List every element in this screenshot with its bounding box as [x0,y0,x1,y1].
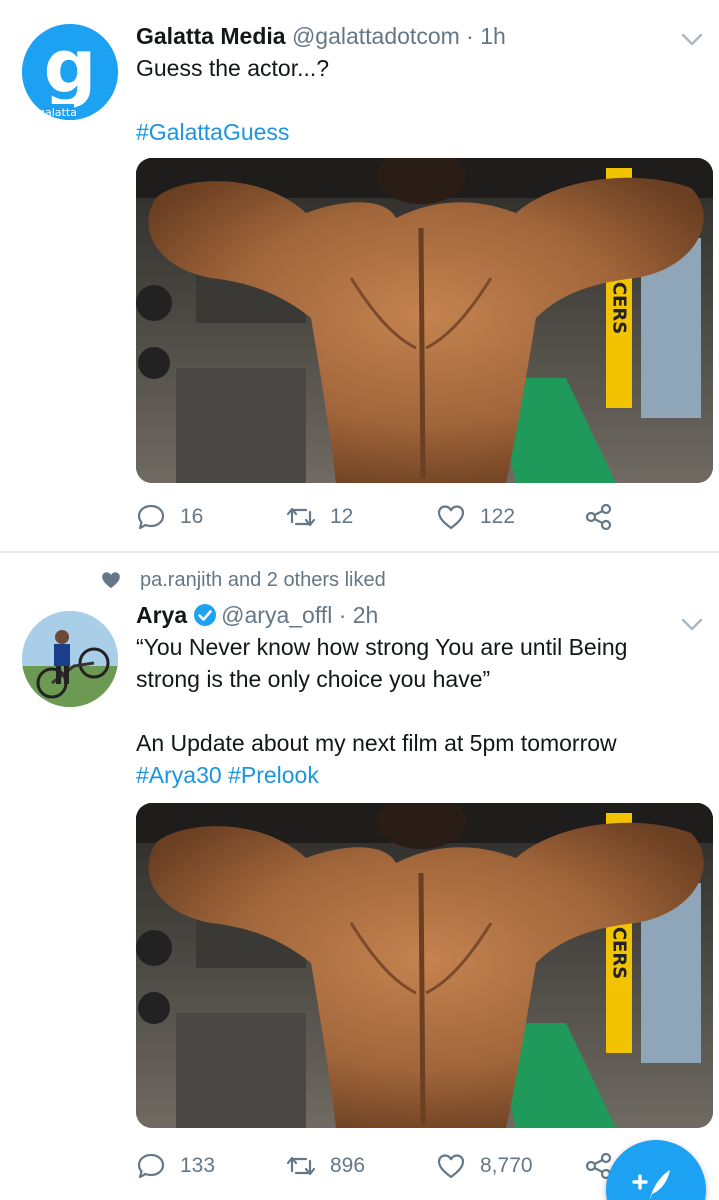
galatta-logo: g galatta [22,24,118,120]
avatar-photo [22,611,118,707]
hashtag-line: #GalattaGuess [136,116,703,148]
reply-button[interactable]: 16 [136,497,203,537]
tweet-content: Galatta Media @galattadotcom · 1h Guess … [136,20,713,483]
avatar[interactable]: g galatta [22,24,118,120]
like-button[interactable]: 122 [436,497,515,537]
author-name[interactable]: Galatta Media [136,23,286,49]
tweet-media-image[interactable]: CERS [136,803,713,1128]
tweet-header: Arya @arya_offl · 2h [136,599,703,631]
reply-count: 133 [180,1154,216,1177]
reply-button[interactable]: 133 [136,1146,215,1186]
tweet-text-line: An Update about my next film at 5pm tomo… [136,730,617,756]
timeline: g galatta Galatta Media @galattadotcom ·… [0,0,719,1200]
logo-text: galatta [38,106,77,119]
tweet-galatta[interactable]: g galatta Galatta Media @galattadotcom ·… [0,0,719,552]
tweet-text-line: strong is the only choice you have” [136,666,491,692]
like-icon [437,1154,465,1179]
retweet-count: 896 [330,1154,366,1177]
reply-count: 16 [180,505,204,528]
retweet-icon [286,507,316,527]
compose-tweet-icon [632,1170,670,1200]
hashtag-link[interactable]: #Arya30 [136,762,222,788]
like-count: 8,770 [480,1154,533,1177]
retweet-button[interactable]: 12 [286,497,353,537]
retweet-button[interactable]: 896 [286,1146,365,1186]
author-handle[interactable]: @arya_offl [221,602,332,628]
separator-dot: · [466,23,474,49]
like-count: 122 [480,505,516,528]
author-handle[interactable]: @galattadotcom [292,23,460,49]
hashtag-link[interactable]: #GalattaGuess [136,119,289,145]
separator-dot: · [338,602,347,628]
hashtag-line: #Arya30 #Prelook [136,759,703,791]
social-context-label[interactable]: pa.ranjith and 2 others liked [140,569,386,592]
gym-back-photo: CERS [136,803,713,1128]
share-button[interactable] [584,497,614,537]
hashtag-link[interactable]: #Prelook [228,762,319,788]
tweet-header: Galatta Media @galattadotcom · 1h [136,20,703,52]
reply-icon [137,504,165,530]
heart-filled-icon [102,572,120,589]
reply-icon [137,1153,165,1179]
like-button[interactable]: 8,770 [436,1146,533,1186]
tweet-actions: 16 12 122 [136,497,696,537]
retweet-count: 12 [330,505,354,528]
svg-text:g: g [44,24,97,110]
like-icon [437,505,465,530]
social-context: pa.ranjith and 2 others liked [100,566,386,594]
tweet-time: 1h [480,23,506,49]
verified-badge-icon [194,604,217,626]
tweet-arya[interactable]: pa.ranjith and 2 others liked Arya @arya… [0,553,719,1200]
gym-sign-text: CERS [609,927,630,979]
tweet-content: Arya @arya_offl · 2h “You Never know how… [136,599,713,1128]
author-name[interactable]: Arya [136,602,187,628]
tweet-text-line: “You Never know how strong You are until… [136,634,628,660]
share-icon [585,503,612,531]
avatar[interactable] [22,611,118,707]
gym-back-photo: CERS [136,158,713,483]
gym-sign-text: CERS [609,282,630,334]
retweet-icon [286,1156,316,1176]
tweet-text: Guess the actor...? [136,55,330,81]
tweet-time: 2h [352,602,379,628]
tweet-media-image[interactable]: CERS [136,158,713,483]
